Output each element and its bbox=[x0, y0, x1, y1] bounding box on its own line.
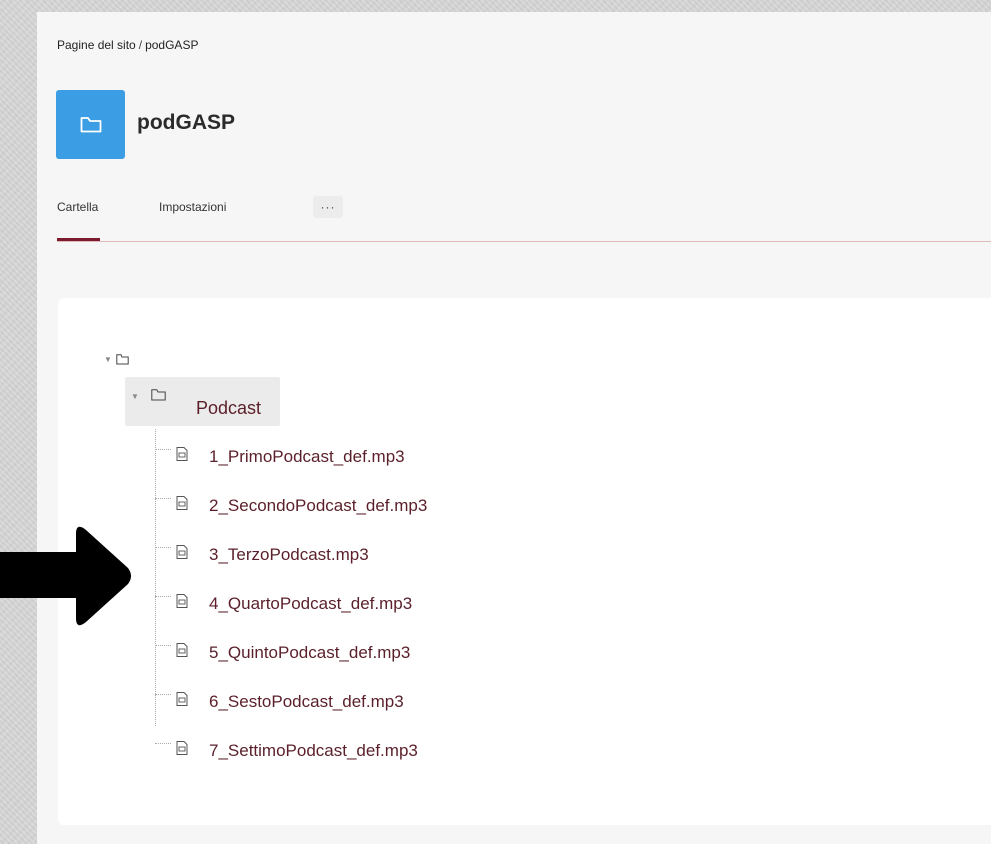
file-item[interactable]: 1_PrimoPodcast_def.mp3 bbox=[155, 445, 405, 469]
folder-icon bbox=[80, 116, 101, 132]
audio-file-icon bbox=[176, 496, 188, 510]
file-label: 3_TerzoPodcast.mp3 bbox=[209, 545, 369, 564]
tree-folder-podcast[interactable]: ▼ Podcast bbox=[125, 377, 280, 426]
audio-file-icon bbox=[176, 545, 188, 559]
file-item[interactable]: 7_SettimoPodcast_def.mp3 bbox=[155, 739, 418, 763]
file-item[interactable]: 2_SecondoPodcast_def.mp3 bbox=[155, 494, 427, 518]
breadcrumb-separator: / bbox=[138, 38, 143, 52]
folder-icon bbox=[151, 389, 166, 401]
expand-caret-icon[interactable]: ▼ bbox=[131, 392, 141, 401]
file-label: 6_SestoPodcast_def.mp3 bbox=[209, 692, 404, 711]
audio-file-icon bbox=[176, 692, 188, 706]
page-title: podGASP bbox=[137, 111, 235, 134]
file-label: 7_SettimoPodcast_def.mp3 bbox=[209, 741, 418, 760]
breadcrumb-parent[interactable]: Pagine del sito bbox=[57, 38, 136, 52]
breadcrumb-current: podGASP bbox=[145, 38, 199, 52]
audio-file-icon bbox=[176, 741, 188, 755]
file-item[interactable]: 6_SestoPodcast_def.mp3 bbox=[155, 690, 404, 714]
expand-caret-icon[interactable]: ▼ bbox=[104, 355, 114, 364]
audio-file-icon bbox=[176, 594, 188, 608]
tab-bar: Cartella Impostazioni ··· bbox=[57, 190, 991, 242]
audio-file-icon bbox=[176, 447, 188, 461]
folder-badge bbox=[56, 90, 125, 159]
arrow-right-icon bbox=[0, 526, 131, 626]
file-label: 5_QuintoPodcast_def.mp3 bbox=[209, 643, 411, 662]
file-label: 2_SecondoPodcast_def.mp3 bbox=[209, 496, 428, 515]
file-item[interactable]: 4_QuartoPodcast_def.mp3 bbox=[155, 592, 412, 616]
file-item[interactable]: 5_QuintoPodcast_def.mp3 bbox=[155, 641, 410, 665]
folder-contents-card: ▼ ▼ Podcast 1_PrimoPodcast_def.mp3 2_Sec… bbox=[58, 298, 991, 825]
folder-label: Podcast bbox=[196, 398, 262, 418]
tab-cartella[interactable]: Cartella bbox=[57, 200, 101, 241]
folder-icon bbox=[116, 354, 129, 365]
file-label: 1_PrimoPodcast_def.mp3 bbox=[209, 447, 405, 466]
tab-impostazioni[interactable]: Impostazioni bbox=[159, 200, 226, 214]
audio-file-icon bbox=[176, 643, 188, 657]
file-item[interactable]: 3_TerzoPodcast.mp3 bbox=[155, 543, 369, 567]
tab-more-button[interactable]: ··· bbox=[313, 196, 343, 218]
breadcrumb: Pagine del sito / podGASP bbox=[57, 38, 198, 52]
file-label: 4_QuartoPodcast_def.mp3 bbox=[209, 594, 413, 613]
tree-root-node[interactable]: ▼ bbox=[104, 354, 129, 365]
tree-connector bbox=[155, 429, 156, 726]
page: Pagine del sito / podGASP podGASP Cartella… bbox=[37, 12, 991, 844]
